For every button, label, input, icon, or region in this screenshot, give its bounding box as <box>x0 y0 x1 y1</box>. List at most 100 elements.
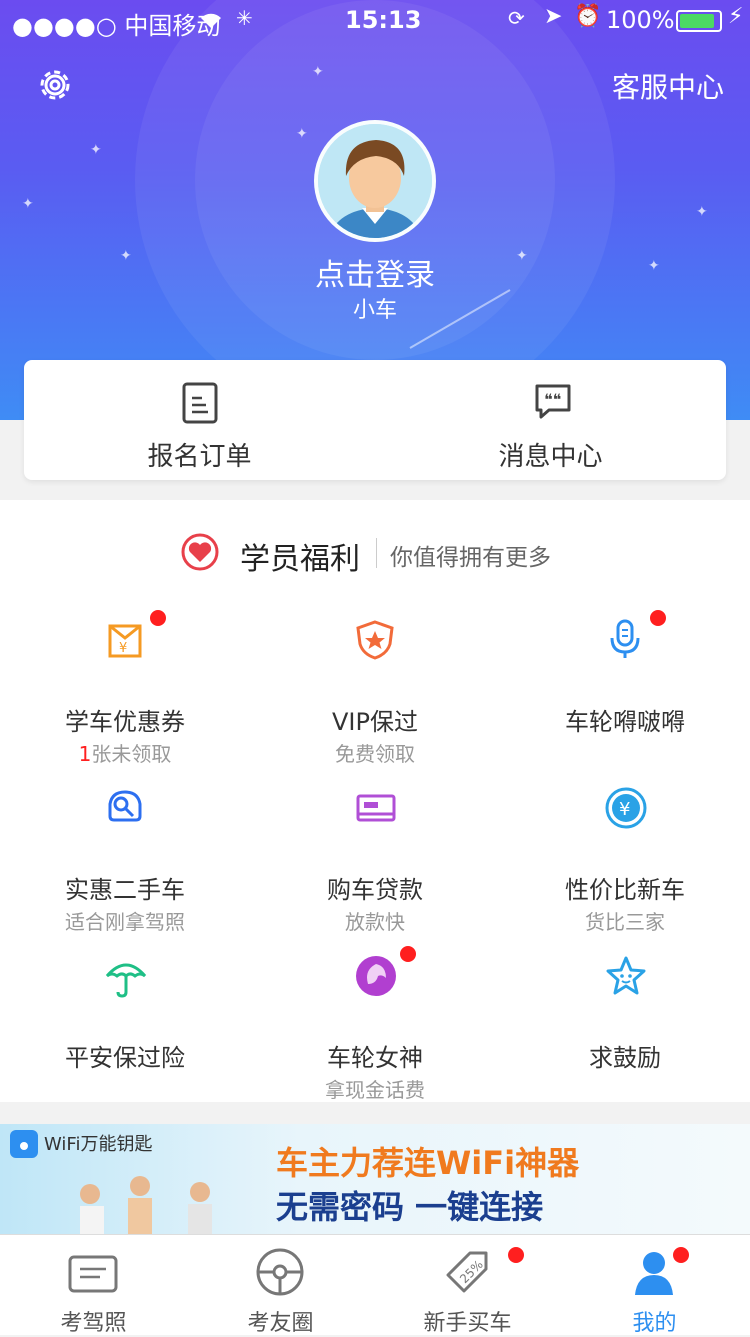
goddess-icon <box>356 956 396 996</box>
alarm-icon: ⏰ <box>574 4 602 29</box>
heart-badge-icon <box>181 533 219 571</box>
coupon-icon: ¥ <box>108 624 142 658</box>
benefit-name: 求鼓励 <box>589 1044 661 1072</box>
wifi-icon <box>201 13 221 28</box>
default-avatar-icon <box>318 124 432 238</box>
clock: 15:13 <box>345 6 422 34</box>
sparkle-icon: ✦ <box>312 64 324 80</box>
unclaimed-count: 1 <box>78 742 92 766</box>
quick-actions-card: 报名订单 ❝❝ 消息中心 <box>24 360 726 480</box>
benefit-item[interactable]: VIP保过免费领取 <box>250 618 500 778</box>
sparkle-icon: ✦ <box>90 142 102 158</box>
wifi-ad-banner[interactable]: WiFi万能钥匙 车主力荐连WiFi神器 无需密码 一键连接 <box>0 1124 750 1234</box>
license-icon <box>68 1255 118 1293</box>
sparkle-icon: ✦ <box>22 196 34 212</box>
notification-dot <box>508 1247 524 1263</box>
notification-dot <box>400 946 416 962</box>
notification-dot <box>150 610 166 626</box>
avatar[interactable] <box>314 120 436 242</box>
student-benefits-section: 学员福利 你值得拥有更多 ¥ 学车优惠券 1张未领取 VIP保过 免费领取 车轮嘚啵嘚 实惠… <box>0 500 750 1102</box>
nickname-label: 小车 <box>352 298 397 323</box>
benefit-item[interactable]: 车轮嘚啵嘚 <box>500 610 750 778</box>
tab-buy-car[interactable]: 25% 新手买车 <box>374 1235 561 1336</box>
order-button[interactable]: 报名订单 <box>24 360 375 480</box>
star-icon <box>606 956 646 995</box>
umbrella-icon <box>105 963 147 998</box>
customer-service-link[interactable]: 客服中心 <box>612 66 724 106</box>
location-icon: ➤ <box>544 4 563 29</box>
benefit-subtext: 货比三家 <box>585 910 665 934</box>
benefit-subtext: 张未领取 <box>91 742 172 766</box>
tab-label: 新手买车 <box>423 1311 512 1336</box>
benefit-item[interactable]: ¥ 性价比新车货比三家 <box>500 786 750 946</box>
divider <box>376 538 377 568</box>
car-key-icon <box>108 790 142 822</box>
yen-coin-icon: ¥ <box>605 787 647 829</box>
svg-text:¥: ¥ <box>619 799 630 820</box>
benefit-subtitle: 免费领取 <box>250 738 500 767</box>
benefit-name: VIP保过 <box>332 708 418 736</box>
loading-icon: ✳ <box>236 6 253 30</box>
login-button[interactable]: 点击登录 <box>0 250 750 294</box>
benefit-subtitle: 1张未领取 <box>0 738 250 767</box>
benefit-name: 平安保过险 <box>65 1044 185 1072</box>
benefit-subtext: 放款快 <box>345 910 405 934</box>
wifi-key-logo-icon <box>10 1130 38 1158</box>
benefit-name: 学车优惠券 <box>65 708 185 736</box>
order-label: 报名订单 <box>147 442 252 472</box>
order-icon <box>182 382 218 424</box>
svg-text:¥: ¥ <box>119 641 127 656</box>
tab-license[interactable]: 考驾照 <box>0 1235 187 1336</box>
benefit-subtext: 免费领取 <box>335 742 415 766</box>
banner-logo-text: WiFi万能钥匙 <box>44 1134 153 1155</box>
benefit-item[interactable]: ¥ 学车优惠券 1张未领取 <box>0 610 250 778</box>
settings-gear-icon[interactable] <box>36 66 74 104</box>
microphone-icon <box>610 619 640 658</box>
tab-label: 考驾照 <box>60 1311 127 1336</box>
tab-label: 考友圈 <box>247 1311 314 1336</box>
notification-dot <box>650 610 666 626</box>
benefit-item[interactable]: 求鼓励 <box>500 954 750 1114</box>
tab-label: 我的 <box>632 1311 677 1336</box>
battery-percent: 100% <box>606 6 675 34</box>
benefit-subtitle: 放款快 <box>250 906 500 935</box>
benefit-item[interactable]: 平安保过险 <box>0 954 250 1114</box>
battery-fill <box>680 14 714 28</box>
card-icon <box>356 794 396 822</box>
bottom-tab-bar: 考驾照 考友圈 25% 新手买车 我的 <box>0 1234 750 1336</box>
banner-tagline: 无需密码 一键连接 <box>276 1188 544 1226</box>
charging-icon: ⚡ <box>728 4 744 29</box>
benefit-name: 车轮女神 <box>327 1044 423 1072</box>
benefit-subtext: 适合刚拿驾照 <box>65 910 185 934</box>
benefit-subtitle: 适合刚拿驾照 <box>0 906 250 935</box>
section-title: 学员福利 你值得拥有更多 <box>0 530 750 577</box>
message-label: 消息中心 <box>498 442 603 472</box>
battery-icon <box>676 10 722 32</box>
benefit-item[interactable]: 车轮女神 拿现金话费 <box>250 946 500 1114</box>
message-center-button[interactable]: ❝❝ 消息中心 <box>375 360 726 480</box>
sparkle-icon: ✦ <box>696 204 708 220</box>
benefits-subtitle: 你值得拥有更多 <box>390 545 551 571</box>
benefit-name: 性价比新车 <box>565 876 685 904</box>
people-jumping-image <box>80 1176 212 1234</box>
sparkle-icon: ✦ <box>296 126 308 142</box>
benefit-item[interactable]: 实惠二手车 适合刚拿驾照 <box>0 786 250 946</box>
tab-mine[interactable]: 我的 <box>561 1235 748 1336</box>
rotation-lock-icon: ⟳ <box>508 6 525 30</box>
benefit-name: 购车贷款 <box>327 876 423 904</box>
status-bar: ●●●●○ 中国移动 ✳ 15:13 ⟳ ➤ ⏰ 100% ⚡ <box>0 0 750 40</box>
benefits-title: 学员福利 <box>240 542 360 577</box>
notification-dot <box>673 1247 689 1263</box>
tab-community[interactable]: 考友圈 <box>187 1235 374 1336</box>
benefit-name: 车轮嘚啵嘚 <box>565 708 685 736</box>
benefit-subtext: 拿现金话费 <box>325 1078 425 1102</box>
benefit-subtitle: 货比三家 <box>500 906 750 935</box>
carrier-label: ●●●●○ 中国移动 <box>12 12 221 40</box>
shield-star-icon <box>356 620 394 660</box>
benefit-item[interactable]: 购车贷款 放款快 <box>250 786 500 946</box>
benefit-subtitle: 拿现金话费 <box>250 1074 500 1103</box>
svg-text:❝❝: ❝❝ <box>544 390 561 409</box>
banner-headline: 车主力荐连WiFi神器 <box>276 1144 580 1182</box>
steering-wheel-icon <box>256 1248 304 1296</box>
discount-tag-icon: 25% <box>446 1251 488 1293</box>
